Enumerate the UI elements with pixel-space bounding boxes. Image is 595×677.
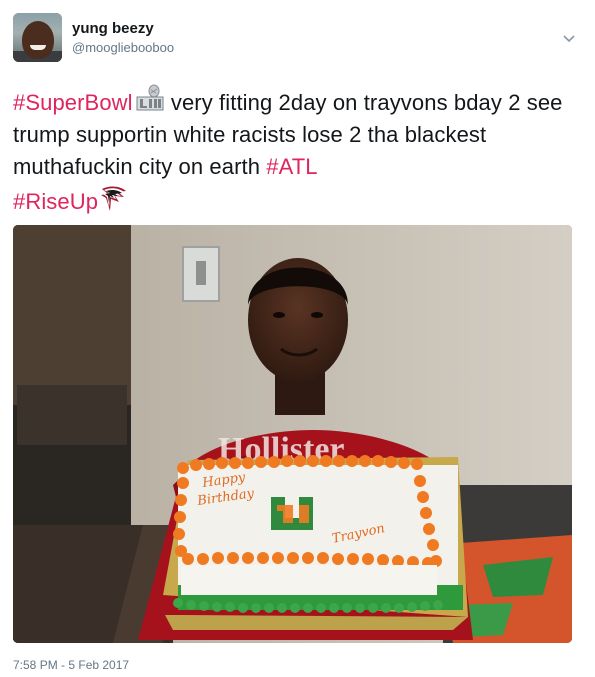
falcons-hashflag-icon: [101, 186, 127, 211]
tweet-header: yung beezy @moogliebooboo: [13, 13, 583, 65]
display-name[interactable]: yung beezy: [72, 20, 154, 37]
tweet-text: #SuperBowl very fitting 2day on trayvons…: [13, 84, 583, 218]
chevron-down-icon[interactable]: [562, 31, 576, 45]
user-handle[interactable]: @moogliebooboo: [72, 40, 174, 55]
photo-illustration: Hollister Happy Birthday Trayvon: [13, 225, 572, 643]
avatar[interactable]: [13, 13, 62, 62]
superbowl-li-hashflag-icon: [136, 84, 164, 111]
tweet-photo[interactable]: Hollister Happy Birthday Trayvon: [13, 225, 572, 643]
hashtag-atl[interactable]: #ATL: [266, 154, 317, 179]
hashtag-superbowl[interactable]: #SuperBowl: [13, 90, 133, 115]
tweet-timestamp[interactable]: 7:58 PM - 5 Feb 2017: [13, 658, 129, 672]
hashtag-riseup[interactable]: #RiseUp: [13, 189, 98, 214]
